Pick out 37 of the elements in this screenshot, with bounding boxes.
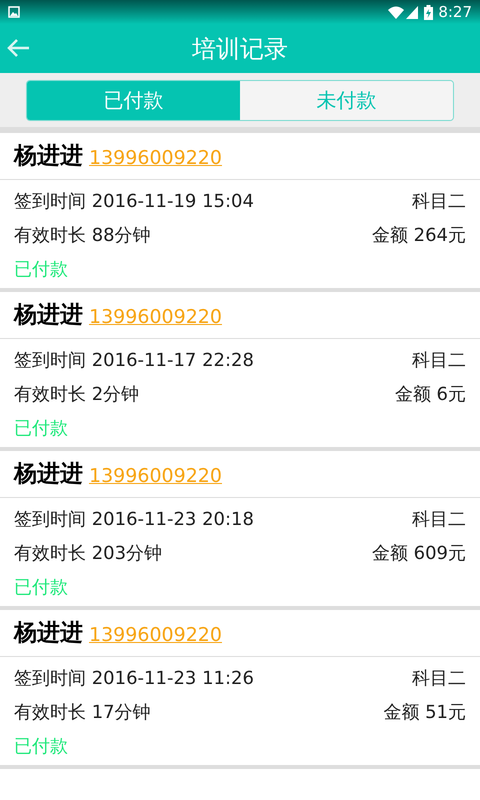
duration-text: 有效时长 2分钟	[14, 382, 140, 406]
wifi-icon	[388, 6, 404, 18]
student-name: 杨进进	[14, 460, 83, 489]
tab[interactable]: 未付款	[240, 80, 453, 120]
phone-link[interactable]: 13996009220	[89, 462, 222, 490]
student-name: 杨进进	[14, 142, 83, 171]
signal-icon	[406, 6, 418, 18]
checkin-time-text: 签到时间 2016-11-23 20:18	[14, 508, 254, 532]
checkin-time-text: 签到时间 2016-11-19 15:04	[14, 190, 254, 214]
subject-text: 科目二	[412, 348, 466, 372]
image-icon	[8, 6, 20, 18]
amount-text: 金额 6元	[394, 382, 466, 406]
duration-text: 有效时长 88分钟	[14, 224, 151, 248]
phone-link[interactable]: 13996009220	[89, 620, 222, 650]
status-time: 8:27	[438, 2, 472, 23]
payment-status: 已付款	[14, 734, 68, 758]
subject-text: 科目二	[412, 190, 466, 214]
back-arrow-icon	[6, 38, 30, 58]
battery-icon	[424, 4, 434, 20]
amount-text: 金额 51元	[383, 700, 466, 724]
payment-status: 已付款	[14, 258, 68, 282]
amount-text: 金额 264元	[372, 224, 466, 248]
duration-text: 有效时长 17分钟	[14, 700, 151, 724]
subject-text: 科目二	[412, 666, 466, 690]
page-title: 培训记录	[192, 34, 288, 64]
student-name: 杨进进	[14, 300, 83, 330]
checkin-time-text: 签到时间 2016-11-17 22:28	[14, 348, 254, 372]
phone-link[interactable]: 13996009220	[89, 302, 222, 332]
duration-text: 有效时长 203分钟	[14, 542, 162, 566]
subject-text: 科目二	[412, 508, 466, 532]
payment-status: 已付款	[14, 416, 68, 440]
student-name: 杨进进	[14, 618, 83, 648]
payment-status: 已付款	[14, 576, 68, 600]
amount-text: 金额 609元	[372, 542, 466, 566]
phone-link[interactable]: 13996009220	[89, 144, 222, 172]
checkin-time-text: 签到时间 2016-11-23 11:26	[14, 666, 254, 690]
tab[interactable]: 已付款	[27, 80, 240, 120]
